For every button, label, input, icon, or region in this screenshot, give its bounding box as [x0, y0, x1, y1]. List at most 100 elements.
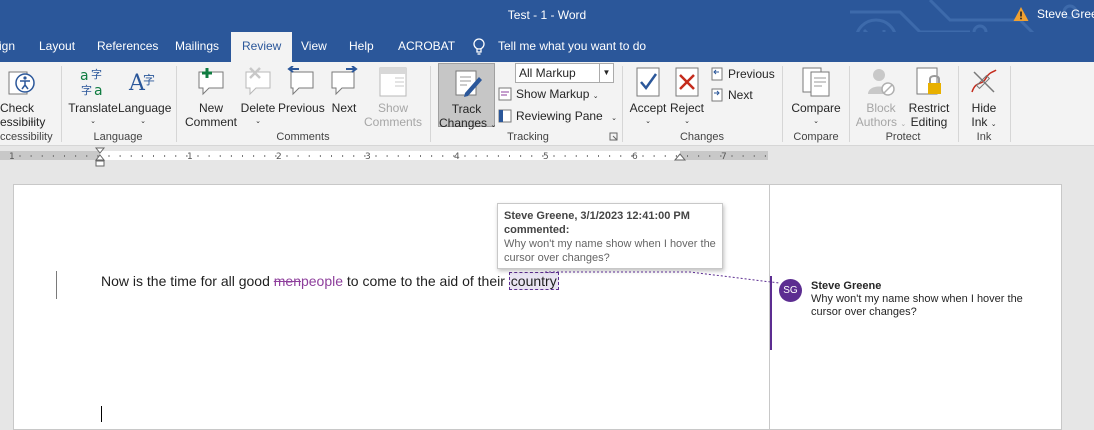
new-comment-icon	[198, 68, 224, 96]
accept-button[interactable]: Accept ⌄	[628, 66, 668, 126]
tooltip-action: commented:	[504, 224, 570, 236]
tell-me-search[interactable]: Tell me what you want to do	[470, 32, 646, 62]
show-comments-icon	[379, 67, 407, 97]
previous-comment-button[interactable]: Previous	[278, 66, 325, 126]
svg-text:字: 字	[143, 72, 155, 87]
next-change-label: Next	[728, 88, 753, 102]
block-authors-icon	[868, 69, 895, 96]
group-language: Language	[93, 131, 143, 143]
previous-change-button[interactable]: Previous	[710, 65, 775, 83]
language-label: Language	[118, 101, 172, 115]
compare-button[interactable]: Compare ⌄	[788, 66, 844, 126]
deleted-text[interactable]: men	[274, 273, 301, 289]
tab-acrobat[interactable]: ACROBAT	[398, 32, 455, 62]
ribbon-review: Check essibility ⌄ ccessibility a 字 字 a T…	[0, 62, 1094, 146]
translate-icon: a 字 字 a	[80, 67, 103, 98]
lightbulb-icon	[473, 38, 485, 55]
comments-label: Comments	[364, 115, 423, 129]
hide-ink-button[interactable]: Hide Ink ⌄	[964, 66, 1004, 129]
editing-label: Editing	[910, 115, 948, 129]
translate-label: Translate	[68, 101, 118, 115]
next-change-button[interactable]: Next	[710, 86, 753, 104]
compare-label: Compare	[791, 101, 841, 115]
document-paragraph[interactable]: Now is the time for all good menpeople t…	[101, 272, 559, 290]
ruler-num: 4	[454, 152, 460, 162]
group-compare: Compare	[793, 131, 839, 143]
comment-tooltip: Steve Greene, 3/1/2023 12:41:00 PM comme…	[497, 203, 723, 269]
comment-author: Steve Greene	[811, 280, 882, 292]
language-button[interactable]: A 字 Language ⌄	[118, 66, 172, 126]
previous-label: Previous	[278, 101, 325, 115]
commented-text[interactable]: country	[508, 272, 559, 290]
ruler-scale: 1 1 2 3 4 5 6 7	[0, 147, 768, 167]
ruler-num: 6	[632, 152, 638, 162]
text-middle: to come to the aid of their	[343, 273, 509, 289]
accessibility-icon	[8, 71, 35, 95]
group-comments: Comments	[276, 131, 330, 143]
block-label: Block	[866, 101, 896, 115]
delete-label: Delete	[240, 101, 276, 115]
accessibility-label: essibility	[0, 115, 46, 129]
restrict-editing-button[interactable]: Restrict Editing	[906, 66, 952, 129]
track-changes-button[interactable]: Track Changes ⌄	[438, 63, 496, 130]
next-comment-icon	[331, 66, 358, 96]
ruler-num: 3	[365, 152, 371, 162]
restrict-editing-icon	[916, 67, 941, 95]
dialog-launcher-icon[interactable]	[609, 132, 618, 141]
markup-dropdown[interactable]: All Markup ▼	[515, 63, 614, 83]
comment-text[interactable]: Why won't my name show when I hover the …	[811, 293, 1041, 319]
reject-button[interactable]: Reject ⌄	[668, 66, 706, 126]
tell-me-label: Tell me what you want to do	[498, 39, 647, 53]
user-name[interactable]: Steve Greene	[1037, 7, 1094, 21]
comment-label: Comment	[184, 115, 237, 129]
accept-icon	[636, 67, 660, 97]
svg-text:字: 字	[81, 83, 92, 97]
language-icon: A 字	[128, 71, 155, 96]
check-accessibility-button[interactable]: Check essibility ⌄	[0, 66, 46, 129]
show-label: Show	[377, 101, 409, 115]
block-authors-button[interactable]: Block Authors ⌄	[854, 66, 908, 129]
next-label: Next	[331, 101, 357, 115]
avatar: SG	[779, 279, 802, 302]
tab-layout[interactable]: Layout	[39, 32, 75, 62]
tab-mailings[interactable]: Mailings	[175, 32, 219, 62]
tab-review[interactable]: Review	[231, 32, 293, 62]
check-label: Check	[0, 101, 35, 115]
show-markup-button[interactable]: Show Markup ⌄	[498, 85, 599, 103]
tab-design[interactable]: ign	[0, 32, 15, 62]
show-comments-button[interactable]: Show Comments	[364, 66, 423, 129]
group-accessibility: ccessibility	[0, 131, 53, 143]
group-changes: Changes	[679, 131, 725, 143]
reviewing-pane-button[interactable]: Reviewing Pane ⌄	[498, 107, 617, 125]
ruler-num: 7	[721, 152, 727, 162]
horizontal-ruler[interactable]: 1 1 2 3 4 5 6 7	[0, 147, 1094, 169]
previous-change-label: Previous	[728, 67, 775, 81]
warning-icon[interactable]	[1013, 6, 1029, 22]
show-markup-label: Show Markup	[516, 87, 590, 101]
tab-view[interactable]: View	[301, 32, 327, 62]
previous-comment-icon	[287, 66, 314, 96]
inserted-text[interactable]: people	[301, 273, 343, 289]
ruler-num: 5	[543, 152, 549, 162]
group-tracking: Tracking	[507, 131, 549, 143]
track-label: Track	[451, 102, 482, 116]
svg-text:字: 字	[91, 67, 102, 81]
tooltip-header: Steve Greene, 3/1/2023 12:41:00 PM	[504, 210, 690, 222]
new-comment-button[interactable]: New Comment	[184, 66, 238, 129]
markup-dropdown-value: All Markup	[519, 66, 576, 80]
translate-button[interactable]: a 字 字 a Translate ⌄	[68, 66, 118, 126]
previous-change-icon	[711, 67, 723, 81]
delete-comment-button[interactable]: Delete ⌄	[238, 66, 278, 126]
changes-label: Changes	[439, 116, 488, 130]
change-bar	[56, 271, 57, 299]
next-comment-button[interactable]: Next	[324, 66, 364, 126]
delete-comment-icon	[245, 67, 271, 96]
hide-ink-icon	[971, 69, 997, 93]
window-title: Test - 1 - Word	[507, 8, 587, 22]
track-changes-icon	[455, 70, 482, 97]
tab-references[interactable]: References	[97, 32, 158, 62]
tab-help[interactable]: Help	[349, 32, 374, 62]
hide-label: Hide	[971, 101, 997, 115]
new-label: New	[198, 101, 223, 115]
compare-icon	[802, 67, 830, 97]
